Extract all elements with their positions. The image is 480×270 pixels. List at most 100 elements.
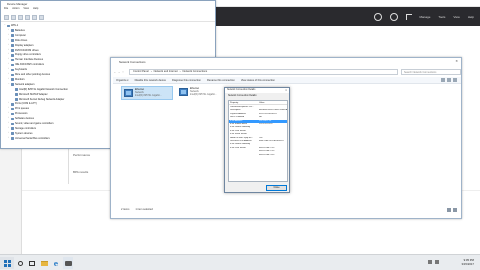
device-category-icon — [11, 102, 14, 106]
change-view-icon[interactable] — [441, 78, 445, 82]
device-category-icon — [11, 68, 14, 72]
notifications-icon[interactable] — [389, 12, 398, 21]
search-icon — [17, 260, 23, 266]
forward-icon[interactable] — [11, 15, 16, 20]
flag-icon[interactable] — [405, 13, 412, 20]
device-tree-item[interactable]: Intel(R) 82574L Gigabit Network Connecti… — [12, 88, 68, 92]
adapter-ethernet-2[interactable]: Ethernet Network Intel(R) 82574L Gigabit… — [177, 86, 223, 100]
device-tree-item[interactable]: › Human Interface Devices — [8, 58, 43, 62]
disable-device-button[interactable]: Disable this network device — [135, 79, 166, 82]
refresh-icon[interactable] — [373, 12, 382, 21]
device-tree-item[interactable]: › DVD/CD-ROM drives — [8, 49, 39, 53]
view-toggle — [447, 208, 457, 212]
file-explorer-button[interactable] — [39, 257, 49, 269]
device-category-icon — [11, 83, 14, 86]
device-tree-item[interactable]: › Floppy drive controllers — [8, 53, 41, 57]
properties-icon[interactable] — [18, 15, 23, 20]
breadcrumb-network-internet[interactable]: Network and Internet — [154, 70, 178, 73]
search-input[interactable]: Search Network Connections — [401, 68, 461, 75]
device-category-icon — [11, 127, 14, 131]
close-icon[interactable]: × — [285, 88, 287, 92]
close-icon[interactable]: ✕ — [455, 59, 458, 63]
device-tree-label: Monitors — [15, 77, 25, 81]
diagnose-button[interactable]: Diagnose this connection — [172, 79, 201, 82]
back-icon[interactable] — [4, 15, 9, 20]
task-view-button[interactable] — [27, 257, 37, 269]
dialog-titlebar[interactable]: Network Connection Details × — [225, 88, 289, 93]
device-tree-label: Print queues — [15, 107, 30, 111]
details-table[interactable]: Property Value Connection-specific DN...… — [228, 100, 288, 182]
help-menu[interactable]: Help — [468, 15, 474, 19]
device-category-icon — [11, 44, 14, 47]
menu-help[interactable]: Help — [33, 7, 38, 12]
help-icon[interactable] — [453, 78, 457, 82]
device-tree-item[interactable]: › IDE ATA/ATAPI controllers — [8, 63, 44, 67]
adapter-ethernet-1[interactable]: Ethernet Network Intel(R) 82574L Gigabit… — [121, 86, 173, 100]
device-tree-item[interactable]: Microsoft Kernel Debug Network Adapter — [12, 98, 64, 102]
device-tree-item[interactable]: › Disk drives — [8, 39, 27, 43]
device-tree-item[interactable]: › Batteries — [8, 29, 25, 33]
menu-action[interactable]: Action — [12, 7, 19, 12]
clock[interactable]: 9:05 PM 3/15/2017 — [462, 258, 474, 266]
view-status-button[interactable]: View status of this connection — [241, 79, 275, 82]
device-tree-label: Floppy drive controllers — [15, 53, 41, 57]
preview-pane-icon[interactable] — [447, 78, 451, 82]
rename-button[interactable]: Rename this connection — [207, 79, 235, 82]
monitor-icon[interactable] — [39, 15, 44, 20]
volume-tray-icon[interactable] — [435, 260, 439, 264]
details-view-icon[interactable] — [447, 208, 451, 212]
device-tree-item[interactable]: › Software devices — [8, 117, 34, 121]
server-manager-button[interactable] — [63, 257, 73, 269]
device-tree-item[interactable]: › Sound, video and game controllers — [8, 122, 54, 126]
adapter-device: Intel(R) 82574L Gigabit... — [135, 94, 162, 98]
scan-hardware-icon[interactable] — [32, 15, 37, 20]
device-tree-item[interactable]: › System devices — [8, 132, 33, 136]
breadcrumb-network-connections[interactable]: Network Connections — [183, 70, 208, 73]
menu-file[interactable]: File — [4, 7, 8, 12]
device-tree-label: WIN-1 — [11, 24, 19, 27]
device-tree-item[interactable]: ⌄ Network adapters — [8, 83, 35, 87]
help-icon[interactable] — [25, 15, 30, 20]
manage-menu[interactable]: Manage — [420, 15, 431, 19]
device-tree-item[interactable]: › Print queues — [8, 107, 29, 111]
device-tree-item[interactable]: › Computer — [8, 34, 26, 38]
command-bar: Organize ▾ Disable this network device D… — [113, 77, 461, 84]
device-tree-item[interactable]: › Storage controllers — [8, 127, 36, 131]
device-tree-item[interactable]: › Ports (COM & LPT) — [8, 102, 37, 106]
device-tree-label: Mice and other pointing devices — [15, 73, 51, 76]
device-tree-item[interactable]: › Mice and other pointing devices — [8, 73, 50, 77]
device-tree-item[interactable]: › Universal Serial Bus controllers — [8, 137, 50, 141]
internet-explorer-button[interactable]: e — [51, 257, 61, 269]
tools-menu[interactable]: Tools — [438, 15, 445, 19]
taskbar: e 9:05 PM 3/15/2017 — [0, 254, 480, 270]
device-category-icon — [11, 107, 14, 111]
device-tree-item[interactable]: › Display adapters — [8, 44, 34, 48]
start-button[interactable] — [0, 257, 14, 269]
device-tree-item[interactable]: › Monitors — [8, 78, 25, 82]
network-connections-titlebar[interactable]: Network Connections ✕ — [111, 58, 461, 65]
organize-button[interactable]: Organize ▾ — [116, 79, 129, 82]
device-tree-label: Network adapters — [15, 82, 35, 86]
column-property[interactable]: Property — [230, 102, 238, 104]
performance-label: Performance — [73, 153, 91, 157]
device-tree-item[interactable]: › Processors — [8, 112, 28, 116]
up-arrow-icon[interactable]: ↑ — [121, 70, 125, 74]
network-tray-icon[interactable] — [428, 260, 432, 264]
breadcrumb-control-panel[interactable]: Control Panel — [133, 70, 149, 73]
search-button[interactable] — [15, 257, 25, 269]
view-menu[interactable]: View — [453, 15, 459, 19]
close-button[interactable]: Close — [266, 185, 287, 191]
table-row[interactable]: fec0:0:0:ffff::3%1 — [229, 154, 287, 157]
large-icons-view-icon[interactable] — [453, 208, 457, 212]
device-tree-item[interactable]: › Keyboards — [8, 68, 27, 72]
device-category-icon — [11, 78, 14, 82]
menu-view[interactable]: View — [23, 7, 29, 12]
address-bar[interactable]: Control Panel › Network and Internet › N… — [129, 68, 398, 75]
column-value[interactable]: Value — [259, 102, 264, 104]
device-tree-item[interactable]: ⌄ WIN-1 — [4, 24, 18, 28]
device-tree-item[interactable]: Microsoft ISATAP Adapter — [12, 93, 48, 97]
device-tree-label: Software devices — [15, 117, 35, 121]
table-header: Property Value — [229, 101, 287, 105]
device-category-icon — [11, 58, 14, 62]
device-tree-label: DVD/CD-ROM drives — [15, 48, 39, 52]
